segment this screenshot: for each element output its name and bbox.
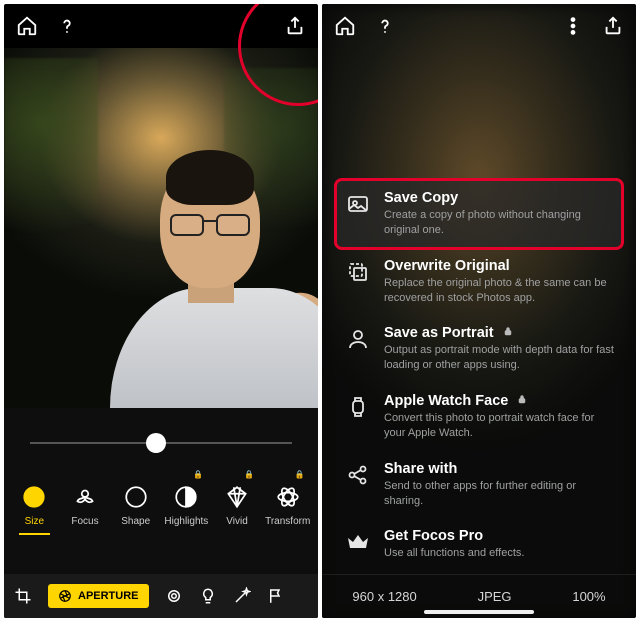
photo-canvas[interactable] bbox=[4, 48, 318, 408]
crown-icon bbox=[344, 528, 372, 556]
option-watch-face[interactable]: Apple Watch Face Convert this photo to p… bbox=[336, 383, 622, 451]
circle-icon bbox=[121, 482, 151, 512]
export-icon[interactable] bbox=[600, 13, 626, 39]
option-share[interactable]: Share with Send to other apps for furthe… bbox=[336, 451, 622, 519]
option-save-portrait[interactable]: Save as Portrait Output as portrait mode… bbox=[336, 315, 622, 383]
help-icon[interactable] bbox=[372, 13, 398, 39]
topbar bbox=[322, 4, 636, 48]
option-title: Save Copy bbox=[384, 190, 614, 206]
mode-size[interactable]: Size bbox=[10, 478, 59, 531]
option-save-copy[interactable]: Save Copy Create a copy of photo without… bbox=[336, 180, 622, 248]
lens-icon[interactable] bbox=[165, 587, 183, 605]
mode-vivid[interactable]: 🔒 Vivid bbox=[213, 478, 262, 531]
mode-label: Focus bbox=[71, 516, 98, 527]
contrast-icon bbox=[171, 482, 201, 512]
mode-highlights[interactable]: 🔒 Highlights bbox=[162, 478, 211, 531]
export-icon[interactable] bbox=[282, 13, 308, 39]
meta-quality[interactable]: 100% bbox=[572, 589, 605, 604]
option-get-pro[interactable]: Get Focos Pro Use all functions and effe… bbox=[336, 518, 622, 571]
option-title: Get Focos Pro bbox=[384, 528, 614, 544]
subject-person bbox=[100, 158, 300, 408]
controls-panel: Size Focus Shape 🔒 Highlights 🔒 Vivid bbox=[4, 408, 318, 618]
option-desc: Create a copy of photo without changing … bbox=[384, 208, 614, 238]
home-indicator bbox=[424, 610, 534, 614]
lock-icon: 🔒 bbox=[244, 470, 254, 479]
lock-icon bbox=[516, 393, 528, 409]
export-meta: 960 x 1280 JPEG 100% bbox=[322, 574, 636, 604]
help-icon[interactable] bbox=[54, 13, 80, 39]
lock-icon bbox=[502, 325, 514, 341]
mode-focus[interactable]: Focus bbox=[61, 478, 110, 531]
option-title: Overwrite Original bbox=[384, 258, 614, 274]
export-options: Save Copy Create a copy of photo without… bbox=[336, 180, 622, 568]
meta-format[interactable]: JPEG bbox=[478, 589, 512, 604]
flag-icon[interactable] bbox=[267, 587, 285, 605]
option-desc: Use all functions and effects. bbox=[384, 546, 614, 561]
light-icon[interactable] bbox=[199, 587, 217, 605]
share-icon bbox=[344, 461, 372, 489]
mode-label: Highlights bbox=[164, 516, 208, 527]
aperture-button[interactable]: APERTURE bbox=[48, 584, 149, 608]
overwrite-icon bbox=[344, 258, 372, 286]
slider-thumb[interactable] bbox=[146, 433, 166, 453]
option-title: Save as Portrait bbox=[384, 325, 494, 341]
screen-editor: Size Focus Shape 🔒 Highlights 🔒 Vivid bbox=[4, 4, 318, 618]
lock-icon: 🔒 bbox=[295, 470, 305, 479]
person-icon bbox=[344, 325, 372, 353]
flower-icon bbox=[70, 482, 100, 512]
home-icon[interactable] bbox=[14, 13, 40, 39]
option-overwrite[interactable]: Overwrite Original Replace the original … bbox=[336, 248, 622, 316]
mode-label: Transform bbox=[265, 516, 310, 527]
mode-label: Size bbox=[25, 516, 44, 527]
more-icon[interactable] bbox=[560, 13, 586, 39]
topbar bbox=[4, 4, 318, 48]
atom-icon bbox=[273, 482, 303, 512]
diamond-icon bbox=[222, 482, 252, 512]
bottom-toolbar: APERTURE bbox=[4, 574, 318, 618]
screen-export-sheet: Save Copy Create a copy of photo without… bbox=[322, 4, 636, 618]
home-icon[interactable] bbox=[332, 13, 358, 39]
aperture-label: APERTURE bbox=[78, 590, 139, 602]
crop-icon[interactable] bbox=[14, 587, 32, 605]
option-title: Share with bbox=[384, 461, 614, 477]
mode-label: Shape bbox=[121, 516, 150, 527]
mode-label: Vivid bbox=[226, 516, 248, 527]
image-icon bbox=[344, 190, 372, 218]
option-desc: Convert this photo to portrait watch fac… bbox=[384, 411, 614, 441]
aperture-icon bbox=[19, 482, 49, 512]
aperture-slider[interactable] bbox=[30, 442, 292, 444]
option-desc: Replace the original photo & the same ca… bbox=[384, 276, 614, 306]
mode-transform[interactable]: 🔒 Transform bbox=[263, 478, 312, 531]
option-desc: Output as portrait mode with depth data … bbox=[384, 343, 614, 373]
option-title: Apple Watch Face bbox=[384, 393, 508, 409]
mode-shape[interactable]: Shape bbox=[111, 478, 160, 531]
option-desc: Send to other apps for further editing o… bbox=[384, 479, 614, 509]
wand-icon[interactable] bbox=[233, 587, 251, 605]
lock-icon: 🔒 bbox=[193, 470, 203, 479]
mode-tabs: Size Focus Shape 🔒 Highlights 🔒 Vivid bbox=[4, 478, 318, 537]
meta-dimensions[interactable]: 960 x 1280 bbox=[352, 589, 416, 604]
watch-icon bbox=[344, 393, 372, 421]
